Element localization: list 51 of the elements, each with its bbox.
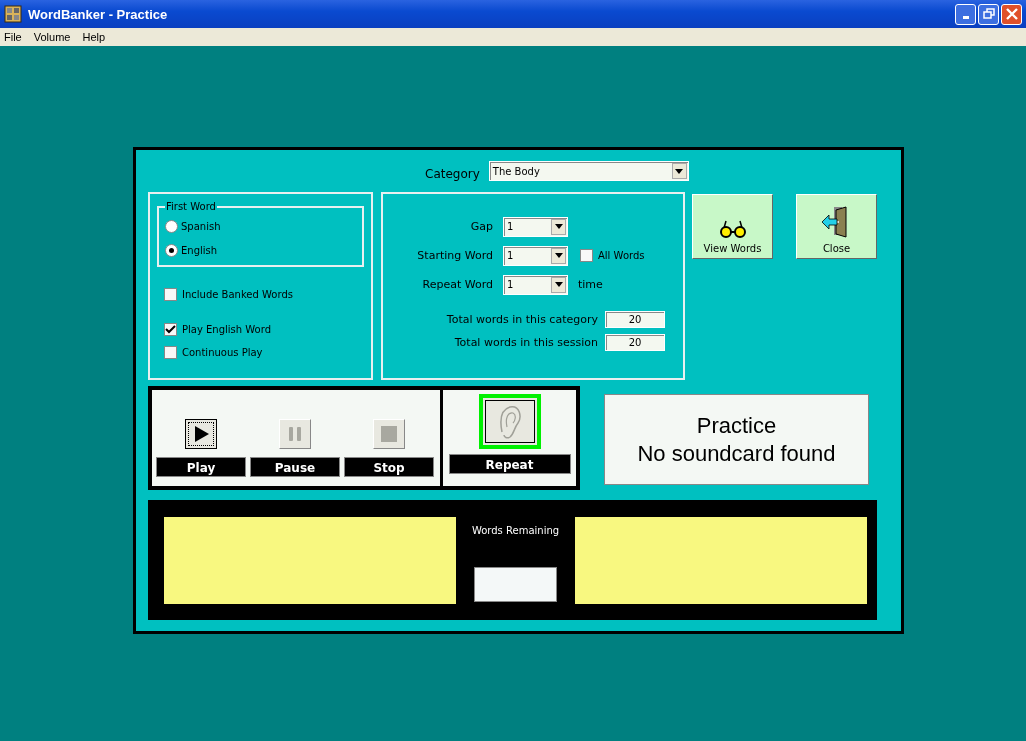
play-button[interactable]: [185, 419, 217, 449]
number-dropdown[interactable]: 1: [503, 216, 568, 237]
restore-icon: [982, 8, 995, 20]
category-dropdown[interactable]: The Body: [488, 161, 689, 181]
view-words-button[interactable]: View Words: [692, 194, 773, 259]
app-icon: [4, 5, 22, 23]
dropdown-arrow-icon: [554, 282, 563, 287]
radio-option[interactable]: English: [165, 238, 356, 262]
menu-item[interactable]: Volume: [33, 31, 71, 43]
setting-label: Repeat Word: [421, 278, 493, 291]
total-label: Total words in this session: [454, 336, 598, 349]
category-label: Category: [425, 167, 480, 181]
number-dropdown[interactable]: 1: [503, 245, 568, 266]
status-title: Practice: [696, 411, 777, 440]
media-label: Pause: [250, 457, 340, 477]
checkbox-option[interactable]: Continuous Play: [150, 346, 371, 359]
pause-icon: [286, 425, 304, 443]
minimize-button[interactable]: [955, 3, 976, 25]
play-icon: [192, 425, 210, 443]
number-dropdown[interactable]: 1: [503, 274, 568, 295]
menu-item[interactable]: File: [4, 31, 22, 43]
dropdown-arrow-icon: [554, 253, 563, 258]
minimize-icon: [962, 16, 969, 19]
window-title: WordBanker - Practice: [28, 6, 168, 22]
status-message: No soundcard found: [637, 439, 836, 468]
words-remaining-label: Words Remaining: [471, 524, 560, 536]
setting-label: Starting Word: [416, 249, 493, 262]
close-form-button[interactable]: Close: [796, 194, 877, 259]
checkmark-icon: [165, 324, 176, 335]
repeat-button[interactable]: [478, 394, 541, 449]
total-label: Total words in this category: [446, 313, 598, 326]
radio-option[interactable]: Spanish: [165, 214, 356, 238]
total-field: 20: [605, 334, 665, 351]
repeat-label: Repeat: [448, 454, 571, 474]
close-icon: [1005, 8, 1018, 20]
media-label: Stop: [344, 457, 434, 477]
menu-item[interactable]: Help: [82, 31, 106, 43]
close-button[interactable]: [1001, 3, 1022, 25]
checkbox-option[interactable]: Play English Word: [150, 323, 371, 336]
setting-label: Gap: [469, 220, 493, 233]
media-label: Play: [156, 457, 246, 477]
stop-icon: [380, 425, 398, 443]
first-word-legend: First Word: [165, 201, 217, 212]
all-words-checkbox[interactable]: All Words: [578, 249, 645, 262]
glasses-icon: [718, 219, 747, 239]
total-field: 20: [605, 311, 665, 328]
dropdown-arrow-icon: [554, 224, 563, 229]
dropdown-arrow-icon: [675, 168, 684, 174]
restore-button[interactable]: [978, 3, 999, 25]
time-label: time: [578, 278, 603, 291]
checkbox-option[interactable]: Include Banked Words: [150, 288, 371, 301]
